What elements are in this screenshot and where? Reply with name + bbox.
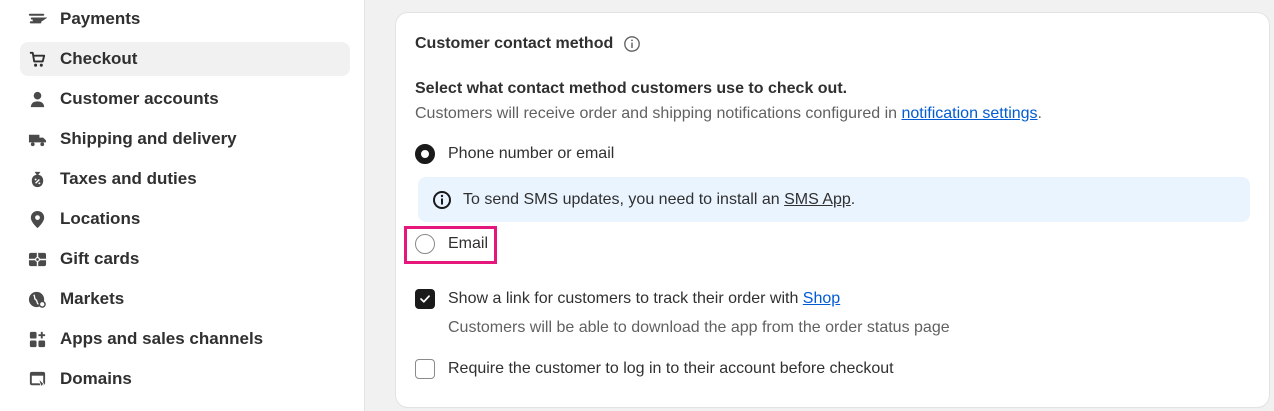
sidebar-item-label: Locations bbox=[60, 209, 141, 228]
sidebar-item-label: Apps and sales channels bbox=[60, 329, 264, 348]
settings-sidebar: Payments Checkout Customer accounts Ship… bbox=[0, 0, 365, 411]
checkbox-label-text: Show a link for customers to track their… bbox=[448, 290, 803, 307]
card-title-text: Customer contact method bbox=[415, 35, 614, 52]
tax-bag-icon bbox=[27, 169, 47, 189]
customer-contact-card: Customer contact method Select what cont… bbox=[396, 13, 1269, 407]
sub-description-suffix: . bbox=[1037, 105, 1042, 122]
sidebar-item-label: Domains bbox=[60, 369, 132, 388]
apps-icon bbox=[27, 329, 47, 349]
checkmark-icon bbox=[420, 295, 430, 303]
radio-email[interactable]: Email bbox=[415, 234, 488, 254]
sidebar-item-checkout[interactable]: Checkout bbox=[20, 42, 350, 76]
sidebar-item-label: Shipping and delivery bbox=[60, 129, 237, 148]
radio-button[interactable] bbox=[415, 234, 435, 254]
cart-icon bbox=[27, 49, 47, 69]
sidebar-item-locations[interactable]: Locations bbox=[20, 202, 350, 236]
sms-info-banner: To send SMS updates, you need to install… bbox=[418, 177, 1250, 222]
track-order-checkbox-row[interactable]: Show a link for customers to track their… bbox=[415, 289, 840, 309]
banner-text: To send SMS updates, you need to install… bbox=[463, 191, 855, 209]
sub-description: Customers will receive order and shippin… bbox=[415, 105, 1042, 123]
banner-text-prefix: To send SMS updates, you need to install… bbox=[463, 190, 785, 208]
radio-phone-or-email[interactable]: Phone number or email bbox=[415, 144, 614, 164]
checkbox-label: Require the customer to log in to their … bbox=[448, 360, 894, 377]
sidebar-item-gift-cards[interactable]: Gift cards bbox=[20, 242, 350, 276]
sidebar-item-label: Gift cards bbox=[60, 249, 140, 268]
sidebar-item-customer-accounts[interactable]: Customer accounts bbox=[20, 82, 350, 116]
notification-settings-link[interactable]: notification settings bbox=[901, 105, 1037, 122]
domain-icon bbox=[27, 369, 47, 389]
sidebar-item-taxes[interactable]: Taxes and duties bbox=[20, 162, 350, 196]
info-icon[interactable] bbox=[623, 35, 641, 53]
radio-label: Phone number or email bbox=[448, 145, 615, 162]
payments-icon bbox=[27, 9, 47, 29]
shop-link[interactable]: Shop bbox=[803, 290, 840, 307]
sidebar-item-label: Taxes and duties bbox=[60, 169, 197, 188]
person-icon bbox=[27, 89, 47, 109]
banner-text-suffix: . bbox=[850, 190, 856, 208]
sidebar-item-label: Payments bbox=[60, 9, 141, 28]
radio-button-selected[interactable] bbox=[415, 144, 435, 164]
gift-card-icon bbox=[27, 249, 47, 269]
track-order-checkbox[interactable] bbox=[415, 289, 435, 309]
sms-app-link[interactable]: SMS App bbox=[784, 191, 851, 208]
sidebar-item-label: Customer accounts bbox=[60, 89, 219, 108]
sub-description-text: Customers will receive order and shippin… bbox=[415, 105, 902, 122]
sidebar-item-label: Checkout bbox=[60, 49, 138, 68]
globe-icon bbox=[27, 289, 47, 309]
sidebar-item-payments[interactable]: Payments bbox=[20, 2, 350, 36]
location-pin-icon bbox=[27, 209, 47, 229]
radio-label: Email bbox=[448, 235, 489, 252]
info-icon bbox=[433, 190, 451, 209]
sidebar-item-label: Markets bbox=[60, 289, 125, 308]
checkbox-label: Show a link for customers to track their… bbox=[448, 290, 840, 308]
sidebar-item-shipping[interactable]: Shipping and delivery bbox=[20, 122, 350, 156]
sidebar-item-domains[interactable]: Domains bbox=[20, 362, 350, 396]
truck-icon bbox=[27, 129, 47, 149]
sidebar-item-markets[interactable]: Markets bbox=[20, 282, 350, 316]
card-title: Customer contact method bbox=[415, 35, 641, 53]
require-login-checkbox-row[interactable]: Require the customer to log in to their … bbox=[415, 359, 894, 379]
sidebar-item-apps[interactable]: Apps and sales channels bbox=[20, 322, 350, 356]
description: Select what contact method customers use… bbox=[415, 80, 848, 97]
require-login-checkbox[interactable] bbox=[415, 359, 435, 379]
checkbox-help-text: Customers will be able to download the a… bbox=[448, 319, 950, 336]
